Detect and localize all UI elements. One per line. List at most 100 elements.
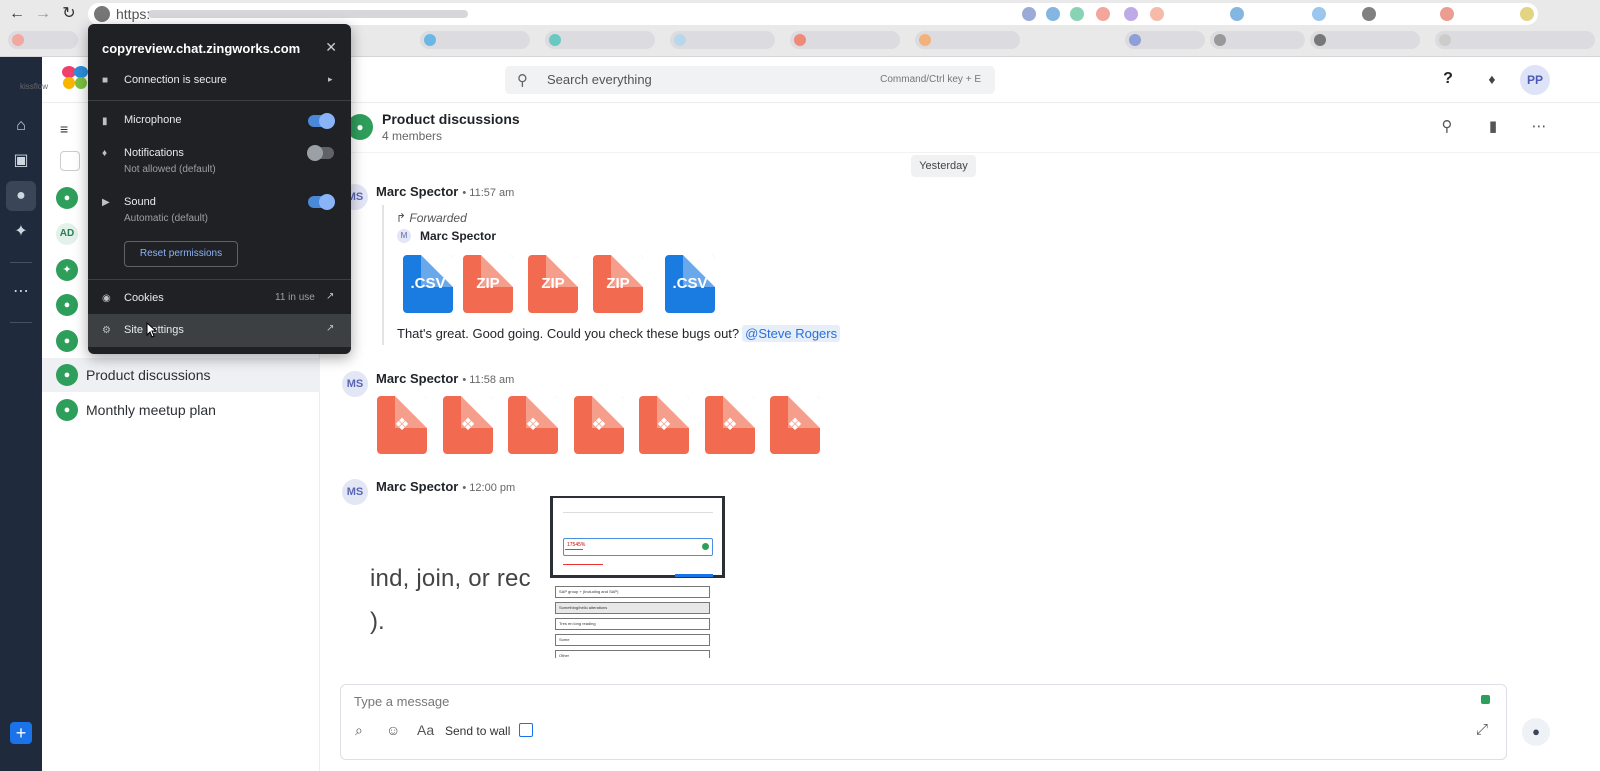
notifications-status: Not allowed (default) bbox=[124, 164, 216, 175]
cookies-label[interactable]: Cookies bbox=[124, 292, 164, 304]
bookmark[interactable] bbox=[545, 31, 655, 49]
file-type-label: .CSV bbox=[410, 275, 446, 292]
zip-file-icon[interactable]: ZIP bbox=[593, 255, 643, 313]
author-name[interactable]: Marc Spector bbox=[376, 371, 458, 386]
sidebar-search-icon[interactable] bbox=[60, 151, 80, 171]
bookmark[interactable] bbox=[1125, 31, 1205, 49]
external-link-icon[interactable]: ↗ bbox=[326, 323, 334, 334]
menu-collapse-icon[interactable]: ≡ bbox=[60, 121, 68, 137]
grid-menu-icon[interactable]: ⋯ bbox=[6, 277, 36, 307]
bookmark[interactable] bbox=[8, 31, 78, 49]
close-icon[interactable]: ✕ bbox=[325, 39, 337, 56]
notifications-label: Notifications bbox=[124, 147, 184, 159]
extension-icon[interactable] bbox=[1022, 7, 1036, 21]
button-bar bbox=[675, 574, 713, 577]
add-icon[interactable]: + bbox=[10, 722, 32, 744]
group-icon: ● bbox=[56, 187, 78, 209]
vector-file-icon[interactable]: ❖ bbox=[639, 396, 689, 454]
more-options-icon[interactable]: ⋯ bbox=[1528, 117, 1550, 137]
extension-icon[interactable] bbox=[1362, 7, 1376, 21]
divider bbox=[10, 262, 32, 263]
vector-file-icon[interactable]: ❖ bbox=[443, 396, 493, 454]
profile-avatar[interactable]: PP bbox=[1520, 65, 1550, 95]
bookmark[interactable] bbox=[1310, 31, 1420, 49]
extension-icon[interactable] bbox=[1070, 7, 1084, 21]
bookmark[interactable] bbox=[1435, 31, 1595, 49]
help-icon[interactable]: ? bbox=[1436, 67, 1460, 91]
extension-icon[interactable] bbox=[1440, 7, 1454, 21]
video-call-icon[interactable]: ▮ bbox=[1482, 117, 1504, 137]
emoji-icon[interactable]: ☺ bbox=[386, 722, 400, 738]
connection-secure-row[interactable]: Connection is secure bbox=[124, 74, 227, 86]
bookmark[interactable] bbox=[1210, 31, 1305, 49]
message-author: Marc Spector • 11:57 am bbox=[376, 184, 514, 199]
avatar: M bbox=[397, 229, 411, 243]
bookmark[interactable] bbox=[915, 31, 1020, 49]
csv-file-icon[interactable]: .CSV bbox=[665, 255, 715, 313]
vector-file-icon[interactable]: ❖ bbox=[705, 396, 755, 454]
bookmark[interactable] bbox=[420, 31, 530, 49]
extension-icon[interactable] bbox=[1096, 7, 1110, 21]
external-link-icon[interactable]: ↗ bbox=[326, 291, 334, 302]
csv-file-icon[interactable]: .CSV bbox=[403, 255, 453, 313]
extension-icon[interactable] bbox=[1150, 7, 1164, 21]
extension-icon[interactable] bbox=[1124, 7, 1138, 21]
image-text: ind, join, or rec bbox=[370, 565, 531, 592]
extension-icon[interactable] bbox=[1312, 7, 1326, 21]
sidebar-item-label: Monthly meetup plan bbox=[86, 402, 216, 418]
forward-arrow-icon[interactable]: → bbox=[32, 3, 54, 25]
extension-icon[interactable] bbox=[1046, 7, 1060, 21]
author-name[interactable]: Marc Spector bbox=[376, 479, 458, 494]
expand-icon[interactable]: ⤢ bbox=[1476, 721, 1488, 738]
file-type-label: ZIP bbox=[541, 275, 565, 292]
sidebar-item-product-discussions[interactable]: ● Product discussions bbox=[42, 358, 320, 392]
bell-icon[interactable]: ♦ bbox=[1480, 67, 1504, 91]
sidebar-item-monthly-meetup-plan[interactable]: ● Monthly meetup plan bbox=[42, 393, 320, 427]
sound-status: Automatic (default) bbox=[124, 213, 208, 224]
notifications-toggle[interactable] bbox=[307, 145, 334, 161]
status-indicator bbox=[1481, 695, 1490, 704]
message-input-placeholder[interactable]: Type a message bbox=[354, 694, 449, 709]
search-icon[interactable]: ⚲ bbox=[1436, 117, 1458, 137]
microphone-icon[interactable]: ● bbox=[1522, 718, 1550, 746]
send-to-wall-checkbox[interactable] bbox=[519, 723, 533, 737]
zip-file-icon[interactable]: ZIP bbox=[528, 255, 578, 313]
lock-icon[interactable] bbox=[94, 6, 110, 22]
extension-icon[interactable] bbox=[1520, 7, 1534, 21]
vector-file-icon[interactable]: ❖ bbox=[377, 396, 427, 454]
author-name[interactable]: Marc Spector bbox=[376, 184, 458, 199]
date-separator: Yesterday bbox=[911, 155, 976, 177]
avatar[interactable]: MS bbox=[342, 479, 368, 505]
reset-permissions-button[interactable]: Reset permissions bbox=[124, 241, 238, 267]
vector-file-icon[interactable]: ❖ bbox=[574, 396, 624, 454]
avatar[interactable]: MS bbox=[342, 371, 368, 397]
cookie-icon: ◉ bbox=[102, 293, 111, 304]
sound-toggle[interactable] bbox=[308, 194, 335, 210]
format-text-icon[interactable]: Aa bbox=[417, 722, 434, 738]
member-count[interactable]: 4 members bbox=[382, 129, 442, 143]
extension-icon[interactable] bbox=[1230, 7, 1244, 21]
message-author: Marc Spector • 12:00 pm bbox=[376, 479, 515, 494]
global-search[interactable]: ⚲ Search everything Command/Ctrl key + E bbox=[505, 66, 995, 94]
bookmark[interactable] bbox=[790, 31, 900, 49]
chat-icon[interactable]: ● bbox=[6, 181, 36, 211]
site-settings-row[interactable]: ⚙ Site settings ↗ bbox=[88, 314, 351, 347]
back-arrow-icon[interactable]: ← bbox=[6, 3, 28, 25]
user-mention[interactable]: @Steve Rogers bbox=[742, 325, 841, 342]
microphone-icon: ▮ bbox=[102, 116, 108, 127]
message-composer[interactable]: Type a message ⌕ ☺ Aa Send to wall ⤢ bbox=[340, 684, 1507, 760]
microphone-toggle[interactable] bbox=[308, 113, 335, 129]
vector-file-icon[interactable]: ❖ bbox=[770, 396, 820, 454]
chat-title: Product discussions bbox=[382, 111, 520, 127]
vector-file-icon[interactable]: ❖ bbox=[508, 396, 558, 454]
bookmark[interactable] bbox=[670, 31, 775, 49]
attachment-icon[interactable]: ⌕ bbox=[355, 722, 363, 739]
zip-file-icon[interactable]: ZIP bbox=[463, 255, 513, 313]
reload-icon[interactable]: ↻ bbox=[58, 3, 80, 25]
community-icon[interactable]: ✦ bbox=[6, 217, 36, 247]
apps-icon[interactable]: ▣ bbox=[6, 146, 36, 176]
attached-image[interactable]: 17545% bbox=[550, 496, 725, 578]
logo-text: kissflow bbox=[20, 82, 49, 91]
notifications-blocked-icon: ♦ bbox=[102, 148, 108, 159]
home-icon[interactable]: ⌂ bbox=[6, 111, 36, 141]
